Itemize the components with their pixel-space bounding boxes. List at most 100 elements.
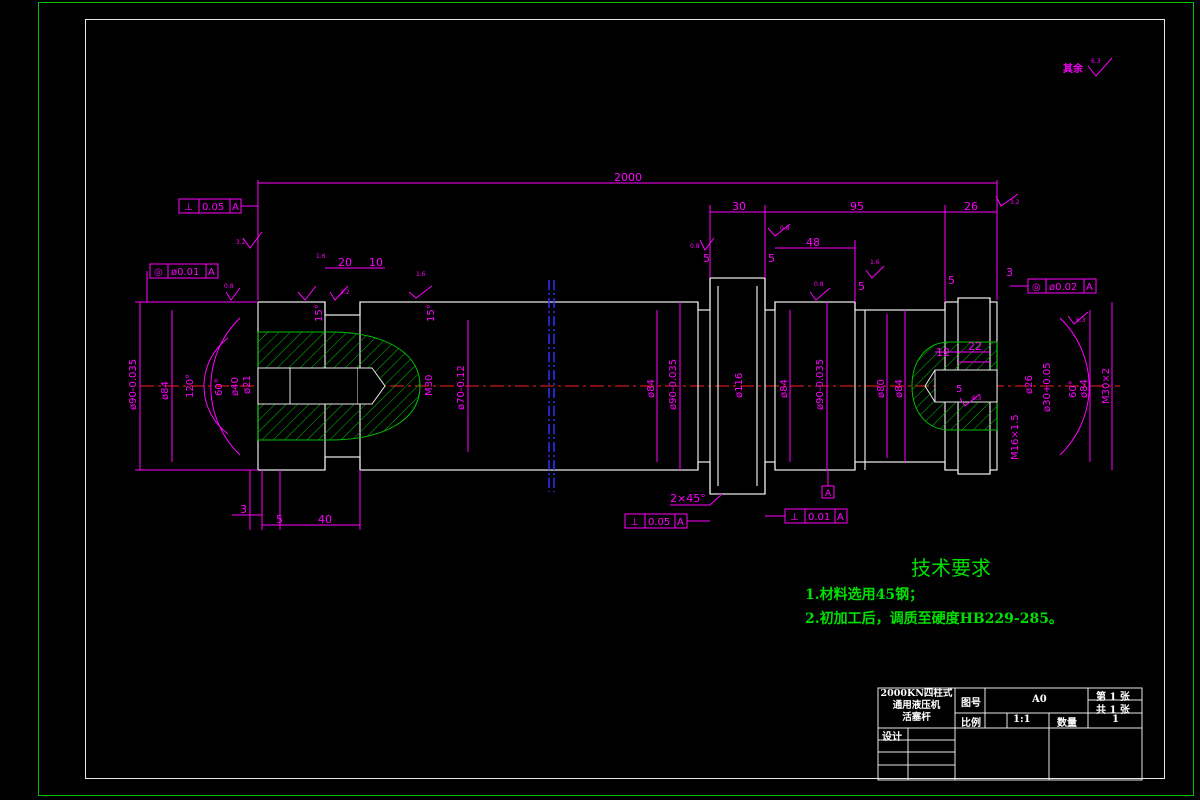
dim-top-5d: 5: [858, 280, 865, 293]
tol-bottom-left-symbol: ⊥: [630, 517, 639, 528]
dim-top-22: 22: [968, 340, 982, 353]
datum-a-label: A: [825, 489, 832, 499]
dim-top-5c: 5: [948, 274, 955, 287]
dim-mid-d84a: ø84: [646, 379, 657, 398]
part-name-line-1: 2000KN四柱式: [880, 688, 953, 699]
tol-bottom-left-datum: A: [677, 517, 684, 528]
dim-left-15deg-a: 15°: [314, 304, 325, 322]
roughness-1: 3.2: [236, 239, 246, 246]
tol-left-concentric-value: ø0.01: [171, 267, 199, 278]
tol-right-concentric-symbol: ◎: [1032, 282, 1041, 293]
tech-item-2: 2.初加工后，调质至硬度HB229-285。: [805, 611, 1063, 627]
finish-other-label: 其余: [1063, 62, 1084, 75]
tol-right-concentric-value: ø0.02: [1049, 282, 1077, 293]
dim-right-d26: ø26: [1024, 375, 1035, 394]
dim-left-m30: M30: [424, 375, 435, 396]
dim-mid-d116: ø116: [734, 373, 745, 398]
dim-top-95: 95: [850, 200, 864, 213]
drawing-no-label: 图号: [961, 698, 981, 709]
tol-bottom-right-datum: A: [837, 512, 844, 523]
dim-top-30: 30: [732, 200, 746, 213]
surface-finish-other: 其余 6.3: [1063, 57, 1113, 77]
roughness-9: 3.2: [340, 289, 350, 296]
tol-left-concentric-symbol: ◎: [154, 267, 163, 278]
middle-diameter-labels: ø84 ø90-0.035 ø116 ø84 ø90-0.035 ø80: [646, 359, 887, 410]
dim-top-3: 3: [1006, 266, 1013, 279]
tol-left-top-value: 0.05: [202, 202, 224, 213]
dim-bottom-3: 3: [240, 503, 247, 516]
roughness-2: 0.8: [224, 283, 234, 290]
datum-a-symbol: A: [821, 470, 835, 499]
tech-title: 技术要求: [911, 556, 991, 580]
overall-length-text: 2000: [614, 171, 642, 184]
dim-left-d84: ø84: [160, 381, 171, 400]
tol-left-concentric: ◎ ø0.01 A: [146, 263, 219, 302]
roughness-4: 0.8: [814, 281, 824, 288]
top-dimension-lines: [325, 205, 997, 363]
dim-top-12: 12: [936, 346, 950, 359]
dim-left-d70: ø70-0.12: [456, 365, 467, 410]
dim-top-48: 48: [806, 236, 820, 249]
tol-bottom-left: ⊥ 0.05 A: [624, 513, 710, 529]
right-section-hatch: [911, 341, 998, 431]
tol-left-top: ⊥ 0.05 A: [178, 198, 258, 214]
tech-item-1: 1.材料选用45钢；: [805, 587, 924, 603]
qty-value: 1: [1112, 714, 1119, 725]
dim-top-5a: 5: [703, 252, 710, 265]
dim-mid-d90a: ø90-0.035: [668, 359, 679, 410]
dim-mid-d80: ø80: [876, 379, 887, 398]
dim-left-60deg: 60°: [214, 378, 225, 396]
roughness-12: 6.3: [972, 395, 982, 402]
finish-other-value: 6.3: [1091, 58, 1101, 65]
dim-bottom-5: 5: [276, 513, 283, 526]
left-section-hatch: [257, 331, 421, 441]
dim-right-m30x2: M30×2: [1101, 368, 1112, 404]
tol-left-top-datum: A: [232, 202, 239, 213]
tol-left-top-symbol: ⊥: [184, 202, 193, 213]
roughness-6: 0.8: [690, 243, 700, 250]
roughness-11: 6.3: [1076, 317, 1086, 324]
overall-length-dimension: 2000: [257, 171, 998, 300]
dim-left-d40: ø40: [230, 377, 241, 396]
tol-right-concentric-datum: A: [1086, 282, 1093, 293]
dim-top-5b: 5: [768, 252, 775, 265]
dim-right-60deg: 60°: [1068, 380, 1079, 398]
dim-left-d21: ø21: [242, 375, 253, 394]
dim-right-5: 5: [956, 384, 962, 395]
tol-right-concentric: ◎ ø0.02 A: [1010, 278, 1097, 294]
dim-right-m16: M16×1.5: [1010, 414, 1021, 460]
dim-mid-d90b: ø90-0.035: [815, 359, 826, 410]
dim-top-20: 20: [338, 256, 352, 269]
scale-value: 1:1: [1013, 714, 1031, 725]
drawing-no-value: A0: [1032, 694, 1047, 705]
title-block-part-name: 2000KN四柱式 通用液压机 活塞杆: [878, 688, 955, 724]
roughness-5: 1.6: [870, 259, 880, 266]
roughness-10: 1.6: [416, 271, 426, 278]
scale-label: 比例: [961, 718, 981, 729]
tol-left-concentric-datum: A: [208, 267, 215, 278]
dim-left-120deg: 120°: [185, 374, 196, 398]
roughness-7: 0.8: [780, 225, 790, 232]
tol-bottom-right-value: 0.01: [808, 512, 830, 523]
tol-bottom-right-symbol: ⊥: [790, 512, 799, 523]
tol-bottom-right: ⊥ 0.01 A: [765, 508, 848, 524]
dim-top-26: 26: [964, 200, 978, 213]
part-name-line-2: 通用液压机: [892, 700, 941, 711]
roughness-8: 3.2: [1010, 199, 1020, 206]
roughness-3: 1.6: [316, 253, 326, 260]
designer-label: 设计: [882, 732, 902, 743]
dim-top-10: 10: [369, 256, 383, 269]
dim-right-d30: ø30+0.05: [1042, 363, 1053, 413]
tol-bottom-left-value: 0.05: [648, 517, 670, 528]
dim-left-15deg-b: 15°: [426, 304, 437, 322]
dim-left-d90: ø90-0.035: [128, 359, 139, 410]
dim-right-d84b: ø84: [1079, 379, 1090, 398]
dim-bottom-40: 40: [318, 513, 332, 526]
part-name-line-3: 活塞杆: [902, 712, 931, 723]
dim-right-d84a: ø84: [894, 379, 905, 398]
dim-mid-d84b: ø84: [779, 379, 790, 398]
top-dimension-labels: 30 95 26 48 20 10 5 5 5 3 12 22 5: [338, 200, 1013, 359]
dim-bottom-chamfer: 2×45°: [670, 492, 706, 505]
qty-label: 数量: [1057, 718, 1077, 729]
piston-rod-drawing: 其余 6.3 2000 ø90-0.035 ø84 120° 60° ø40 ø…: [128, 57, 1143, 781]
